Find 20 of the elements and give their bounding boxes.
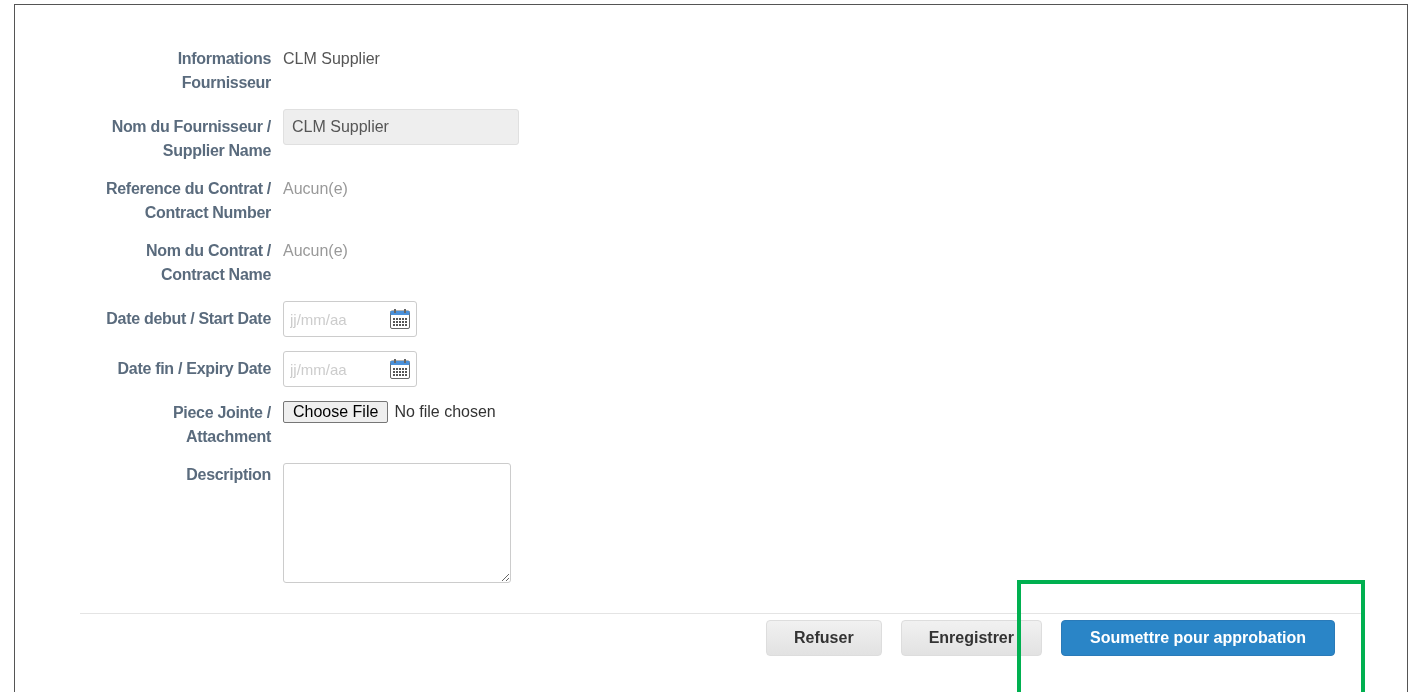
- submit-button[interactable]: Soumettre pour approbation: [1061, 620, 1335, 656]
- input-field[interactable]: CLM Supplier: [283, 109, 519, 145]
- field-label: Piece Jointe / Attachment: [171, 403, 271, 447]
- calendar-icon[interactable]: [389, 358, 411, 380]
- field-label: Date debut / Start Date: [105, 309, 271, 329]
- description-field[interactable]: [283, 463, 511, 583]
- field-label: Nom du Fournisseur / Supplier Name: [110, 117, 271, 161]
- action-button[interactable]: Enregistrer: [900, 620, 1042, 656]
- field-label: Description: [185, 465, 271, 485]
- calendar-icon[interactable]: [389, 308, 411, 330]
- field-label: Reference du Contrat / Contract Number: [105, 179, 271, 223]
- field-value: Aucun(e): [283, 179, 349, 199]
- file-status: No file chosen: [394, 403, 496, 421]
- field-value: Aucun(e): [283, 241, 349, 261]
- field-label: Nom du Contrat / Contract Name: [145, 241, 271, 285]
- field-label: Informations Fournisseur: [176, 49, 271, 93]
- action-button[interactable]: Refuser: [766, 620, 882, 656]
- field-value: CLM Supplier: [283, 49, 381, 69]
- field-label: Date fin / Expiry Date: [116, 359, 271, 379]
- choose-file-button[interactable]: Choose File: [283, 401, 389, 423]
